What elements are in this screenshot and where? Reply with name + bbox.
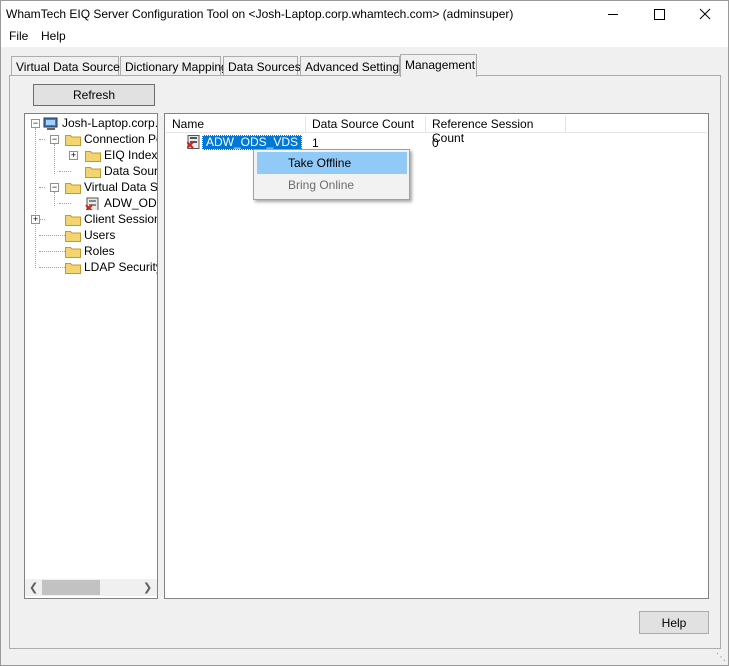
database-offline-icon (85, 197, 99, 210)
refresh-button[interactable]: Refresh (33, 84, 155, 106)
minimize-icon (608, 14, 618, 15)
scroll-left-icon[interactable]: ❮ (29, 581, 38, 594)
tree-node-ldap-security[interactable]: LDAP Security (65, 260, 158, 276)
tree-collapse-virtual-data-sources[interactable]: − (50, 183, 59, 192)
cell-data-source-count: 1 (312, 136, 319, 150)
tree-horizontal-scrollbar[interactable]: ❮ ❯ (25, 579, 157, 596)
tree-label-adw-od: ADW_OD (104, 196, 157, 210)
maximize-icon (654, 9, 665, 20)
tree-expand-eiq-indexes[interactable]: + (69, 151, 78, 160)
server-tree[interactable]: − Josh-Laptop.corp.w − Connection Pc + E… (24, 113, 158, 599)
window-title: WhamTech EIQ Server Configuration Tool o… (6, 7, 514, 21)
tree-collapse-root[interactable]: − (31, 119, 40, 128)
folder-icon (65, 247, 81, 258)
tree-label-roles: Roles (84, 244, 115, 258)
tree-node-eiq-indexes[interactable]: EIQ Indexé (85, 148, 158, 164)
tree-label-connection-pools: Connection Pc (84, 132, 158, 146)
help-button[interactable]: Help (639, 611, 709, 634)
scrollbar-thumb[interactable] (42, 580, 100, 595)
scroll-right-icon[interactable]: ❯ (143, 581, 152, 594)
folder-icon (65, 231, 81, 242)
menu-item-bring-online[interactable]: Bring Online (257, 174, 407, 196)
maximize-button[interactable] (636, 1, 682, 28)
folder-icon (65, 263, 81, 274)
tree-label-virtual-data-sources: Virtual Data Sc (84, 180, 158, 194)
tree-expand-client-sessions[interactable]: + (31, 215, 40, 224)
menu-item-take-offline[interactable]: Take Offline (257, 152, 407, 174)
tree-node-connection-pools[interactable]: Connection Pc (65, 132, 158, 148)
tree-node-roles[interactable]: Roles (65, 244, 157, 260)
column-header-data-source-count[interactable]: Data Source Count (306, 116, 426, 132)
menu-file[interactable]: File (9, 29, 28, 43)
tree-node-data-sources[interactable]: Data Sour (85, 164, 158, 180)
app-window: WhamTech EIQ Server Configuration Tool o… (0, 0, 729, 666)
tab-dictionary-mapping[interactable]: Dictionary Mapping (120, 56, 228, 76)
cell-reference-session-count: 0 (432, 136, 439, 150)
folder-icon (85, 151, 101, 162)
menu-help[interactable]: Help (41, 29, 66, 43)
close-button[interactable] (682, 1, 728, 28)
tree-label-ldap-security: LDAP Security (84, 260, 158, 274)
resize-grip-icon[interactable]: ⋱ (716, 652, 726, 663)
menu-bar: File Help (1, 28, 728, 47)
tree-node-adw-od[interactable]: ADW_OD (85, 196, 157, 212)
tree-label-root: Josh-Laptop.corp.w (62, 116, 158, 130)
minimize-button[interactable] (590, 1, 636, 28)
tree-node-client-sessions[interactable]: Client Sessions (65, 212, 157, 228)
folder-icon (65, 183, 81, 194)
tab-data-sources[interactable]: Data Sources (223, 56, 301, 76)
virtual-data-source-icon (187, 135, 200, 149)
folder-icon (65, 135, 81, 146)
tree-label-users: Users (84, 228, 116, 242)
column-header-name[interactable]: Name (166, 116, 306, 132)
tree-label-client-sessions: Client Sessions (84, 212, 157, 226)
tree-node-users[interactable]: Users (65, 228, 157, 244)
folder-icon (85, 167, 101, 178)
list-row-name-selected[interactable]: ADW_ODS_VDS (202, 135, 303, 150)
context-menu: Take Offline Bring Online (253, 149, 410, 200)
tree-node-root[interactable]: Josh-Laptop.corp.w (43, 116, 158, 132)
folder-icon (65, 215, 81, 226)
column-header-reference-session-count[interactable]: Reference Session Count (426, 116, 566, 145)
title-bar: WhamTech EIQ Server Configuration Tool o… (1, 1, 728, 28)
tree-label-eiq-indexes: EIQ Indexé (104, 148, 158, 162)
tab-management[interactable]: Management (400, 54, 477, 77)
tab-advanced-settings[interactable]: Advanced Settings (300, 56, 405, 76)
tree-node-virtual-data-sources[interactable]: Virtual Data Sc (65, 180, 158, 196)
session-list[interactable]: Name Data Source Count Reference Session… (164, 113, 709, 599)
close-icon (699, 8, 711, 20)
tree-collapse-connection-pools[interactable]: − (50, 135, 59, 144)
computer-icon (43, 117, 58, 130)
tab-virtual-data-sources[interactable]: Virtual Data Sources (11, 56, 126, 76)
tree-label-data-sources: Data Sour (104, 164, 158, 178)
